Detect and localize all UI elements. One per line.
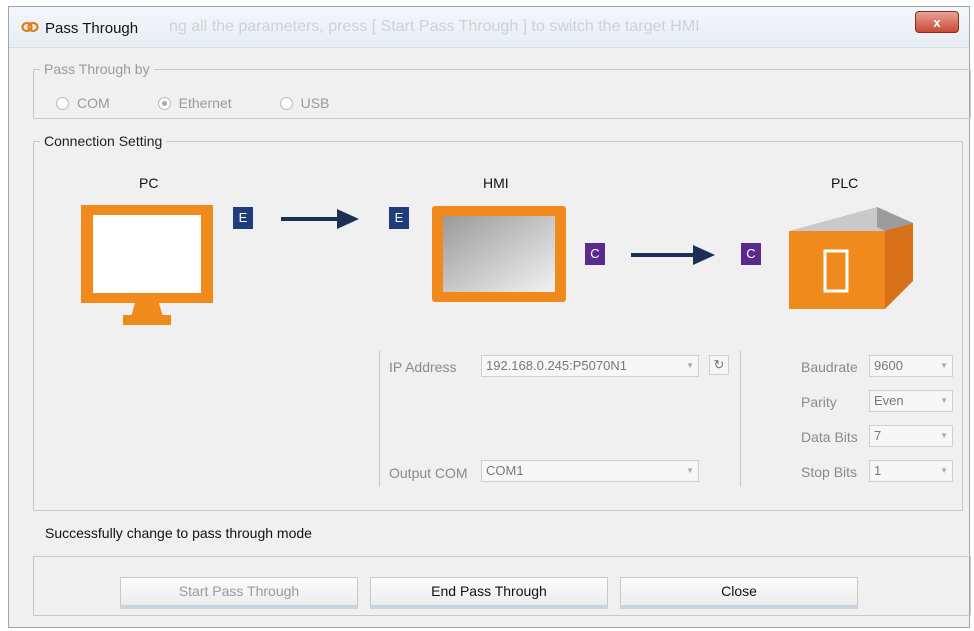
data-bits-value: 7 (874, 428, 882, 443)
radio-usb-dot[interactable] (279, 96, 293, 110)
status-message: Successfully change to pass through mode (45, 525, 312, 541)
start-pass-through-button[interactable]: Start Pass Through (120, 577, 358, 609)
link-icon (21, 21, 39, 33)
window-title: Pass Through (45, 20, 139, 37)
plc-label: PLC (831, 175, 859, 191)
stop-bits-combo[interactable]: 1 ▼ (869, 460, 953, 482)
chevron-down-icon: ▼ (940, 431, 948, 440)
connection-setting-legend: Connection Setting (44, 133, 163, 149)
radio-com[interactable]: COM (56, 95, 110, 111)
radio-ethernet[interactable]: Ethernet (157, 95, 232, 111)
data-bits-label: Data Bits (801, 429, 858, 445)
plc-com-badge: C (741, 243, 761, 265)
chevron-down-icon: ▼ (940, 361, 948, 370)
data-bits-combo[interactable]: 7 ▼ (869, 425, 953, 447)
stop-bits-value: 1 (874, 463, 882, 478)
window-close-button[interactable]: x (915, 11, 959, 33)
chevron-down-icon: ▼ (940, 466, 948, 475)
ip-address-label: IP Address (389, 359, 457, 375)
close-button[interactable]: Close (620, 577, 858, 609)
button-panel: Start Pass Through End Pass Through Clos… (33, 556, 971, 616)
hmi-ethernet-badge: E (389, 207, 409, 229)
radio-ethernet-label: Ethernet (178, 95, 232, 111)
chevron-down-icon: ▼ (686, 361, 694, 370)
end-pass-through-button[interactable]: End Pass Through (370, 577, 608, 609)
ethernet-arrow (281, 209, 359, 229)
radio-usb[interactable]: USB (279, 95, 330, 111)
pass-through-by-legend: Pass Through by (44, 61, 150, 77)
hmi-screen-icon (432, 206, 566, 302)
pass-through-by-group: Pass Through by COM Ethernet USB (33, 61, 971, 119)
pc-monitor-icon (81, 205, 213, 325)
ghost-instruction-text: ng all the parameters, press [ Start Pas… (169, 18, 700, 35)
radio-ethernet-dot[interactable] (157, 96, 171, 110)
ip-address-combo[interactable]: 192.168.0.245:P5070N1 ▼ (481, 355, 699, 377)
plc-device-icon (789, 207, 913, 309)
baudrate-value: 9600 (874, 358, 903, 373)
pc-ethernet-badge: E (233, 207, 253, 229)
com-arrow (631, 245, 715, 265)
title-bar: Pass Through ng all the parameters, pres… (9, 7, 969, 48)
chevron-down-icon: ▼ (940, 396, 948, 405)
parity-combo[interactable]: Even ▼ (869, 390, 953, 412)
pc-label: PC (139, 175, 159, 191)
stop-bits-label: Stop Bits (801, 464, 858, 480)
baudrate-combo[interactable]: 9600 ▼ (869, 355, 953, 377)
radio-com-dot[interactable] (56, 96, 69, 110)
chevron-down-icon: ▼ (686, 466, 694, 475)
output-com-value: COM1 (486, 463, 524, 478)
parity-value: Even (874, 393, 904, 408)
hmi-com-badge: C (585, 243, 605, 265)
refresh-icon[interactable]: ↻ (709, 355, 729, 375)
hmi-label: HMI (483, 175, 509, 191)
output-com-label: Output COM (389, 465, 468, 481)
parity-label: Parity (801, 394, 837, 410)
radio-com-label: COM (77, 95, 110, 111)
ip-address-value: 192.168.0.245:P5070N1 (486, 358, 627, 373)
pass-through-window: Pass Through ng all the parameters, pres… (8, 6, 971, 628)
baudrate-label: Baudrate (801, 359, 858, 375)
pass-through-options: COM Ethernet USB (56, 95, 329, 111)
radio-usb-label: USB (300, 95, 330, 111)
output-com-combo[interactable]: COM1 ▼ (481, 460, 699, 482)
